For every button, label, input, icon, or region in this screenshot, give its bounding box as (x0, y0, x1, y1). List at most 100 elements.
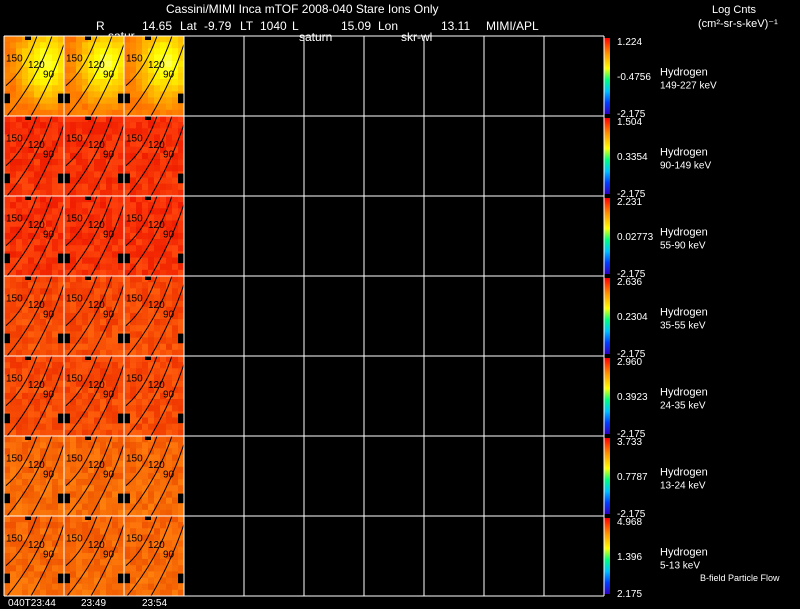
heatmap-cell (52, 577, 59, 584)
heatmap-cell (4, 466, 11, 474)
heatmap-cell (118, 399, 125, 406)
heatmap-cell (160, 349, 167, 357)
heatmap-cell (124, 116, 131, 123)
heatmap-cell (76, 122, 83, 129)
heatmap-cell (148, 263, 155, 271)
heatmap-cell (58, 380, 65, 388)
heatmap-cell (70, 325, 77, 332)
heatmap-cell (16, 479, 23, 486)
heatmap-cell (112, 189, 119, 197)
colorbar (604, 118, 610, 194)
heatmap-cell (82, 239, 89, 246)
heatmap-cell (4, 325, 11, 332)
heatmap-cell (58, 85, 65, 92)
heatmap-cell (106, 589, 113, 597)
heatmap-cell (22, 509, 29, 517)
heatmap-cell (112, 54, 119, 61)
heatmap-cell (154, 202, 161, 209)
heatmap-cell (64, 72, 71, 80)
panel-gap (85, 436, 91, 440)
heatmap-cell (178, 559, 185, 566)
heatmap-cell (58, 183, 65, 191)
heatmap-cell (34, 479, 41, 486)
heatmap-cell (4, 232, 11, 240)
heatmap-cell (28, 103, 35, 111)
heatmap-cell (100, 343, 107, 351)
heatmap-cell (88, 91, 95, 98)
heatmap-cell (100, 503, 107, 511)
heatmap-cell (70, 362, 77, 369)
heatmap-cell (94, 528, 101, 535)
colorbar-max-label: 4.968 (617, 517, 642, 528)
heatmap-cell (172, 42, 179, 49)
panel-gap (124, 573, 130, 584)
heatmap-cell (70, 282, 77, 289)
heatmap-cell (22, 423, 29, 431)
heatmap-cell (178, 226, 185, 234)
heatmap-cell (106, 257, 113, 264)
heatmap-cell (52, 116, 59, 123)
heatmap-cell (106, 423, 113, 431)
heatmap-cell (142, 429, 149, 437)
heatmap-cell (76, 399, 83, 406)
heatmap-cell (154, 362, 161, 369)
heatmap-cell (34, 208, 41, 215)
heatmap-cell (100, 356, 107, 363)
heatmap-cell (52, 36, 59, 43)
heatmap-cell (70, 202, 77, 209)
heatmap-cell (130, 257, 137, 264)
heatmap-cell (112, 214, 119, 221)
heatmap-cell (58, 552, 65, 560)
heatmap-cell (148, 497, 155, 504)
heatmap-cell (130, 97, 137, 104)
heatmap-cell (136, 559, 143, 566)
heatmap-cell (70, 257, 77, 264)
contour-label: 90 (163, 390, 175, 401)
heatmap-cell (118, 232, 125, 240)
panel-gap (124, 333, 130, 344)
heatmap-cell (10, 466, 17, 474)
heatmap-cell (112, 522, 119, 529)
heatmap-cell (118, 239, 125, 246)
heatmap-cell (118, 60, 125, 68)
heatmap-cell (46, 497, 53, 504)
heatmap-cell (88, 251, 95, 258)
heatmap-cell (136, 122, 143, 129)
contour-label: 90 (163, 150, 175, 161)
heatmap-cell (46, 577, 53, 584)
heatmap-cell (82, 349, 89, 357)
heatmap-cell (136, 85, 143, 92)
heatmap-cell (58, 60, 65, 68)
heatmap-cell (118, 565, 125, 572)
contour-label: 150 (6, 54, 23, 65)
heatmap-cell (142, 257, 149, 264)
heatmap-cell (172, 436, 179, 443)
heatmap-cell (58, 165, 65, 172)
heatmap-cell (142, 239, 149, 246)
heatmap-cell (106, 380, 113, 388)
heatmap-cell (28, 183, 35, 191)
heatmap-cell (160, 442, 167, 449)
panel-gap (58, 493, 64, 504)
row-species-label: Hydrogen (660, 467, 708, 479)
heatmap-cell (118, 165, 125, 172)
heatmap-cell (76, 589, 83, 597)
contour-label: 150 (66, 214, 83, 225)
heatmap-cell (166, 577, 173, 584)
heatmap-cell (160, 103, 167, 111)
heatmap-cell (130, 565, 137, 572)
heatmap-cell (64, 146, 71, 154)
heatmap-cell (40, 183, 47, 191)
heatmap-cell (112, 36, 119, 43)
heatmap-cell (124, 516, 131, 523)
panel-gap (58, 413, 64, 424)
heatmap-cell (34, 559, 41, 566)
heatmap-cell (46, 269, 53, 277)
heatmap-cell (58, 306, 65, 314)
heatmap-cell (148, 577, 155, 584)
heatmap-cell (64, 362, 71, 369)
heatmap-cell (142, 159, 149, 166)
heatmap-cell (58, 479, 65, 486)
heatmap-cell (82, 42, 89, 49)
heatmap-cell (94, 251, 101, 258)
